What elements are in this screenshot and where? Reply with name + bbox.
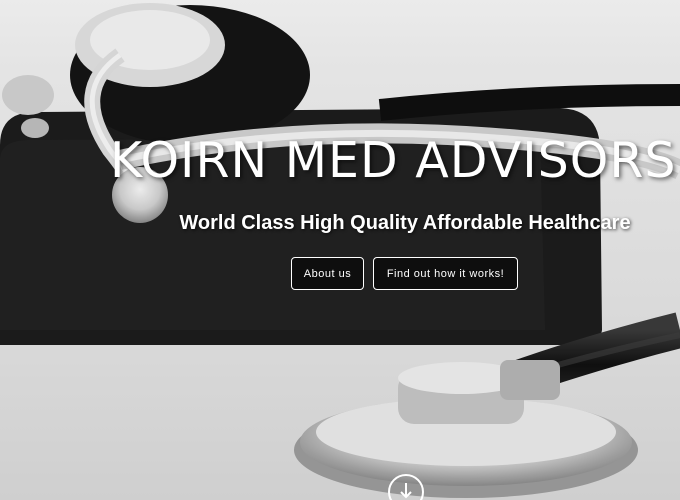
tagline: World Class High Quality Affordable Heal… xyxy=(179,212,631,234)
about-us-button[interactable]: About us xyxy=(291,257,364,290)
arrow-down-circle-icon xyxy=(400,483,412,499)
hero-content: KOIRN MED ADVISORS World Class High Qual… xyxy=(0,0,680,500)
scroll-down-button[interactable] xyxy=(388,474,424,500)
how-it-works-button[interactable]: Find out how it works! xyxy=(373,257,518,290)
site-title: KOIRN MED ADVISORS xyxy=(110,132,677,189)
